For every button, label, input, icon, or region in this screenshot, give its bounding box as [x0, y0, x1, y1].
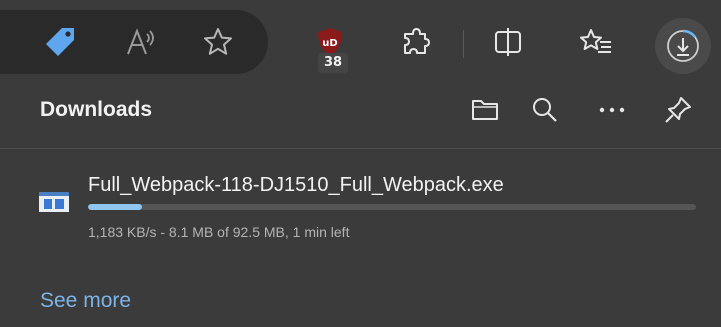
download-progress-fill [88, 204, 142, 210]
see-more-link[interactable]: See more [40, 289, 131, 313]
read-aloud-icon[interactable] [120, 20, 164, 64]
svg-text:uD: uD [322, 38, 337, 49]
extensions-icon[interactable] [394, 20, 438, 64]
downloads-icon[interactable] [661, 24, 705, 68]
downloads-panel-header: Downloads [0, 88, 721, 148]
more-options-icon[interactable] [594, 92, 630, 128]
open-folder-icon[interactable] [467, 92, 503, 128]
favorite-star-icon[interactable] [196, 20, 240, 64]
pin-icon[interactable] [660, 92, 696, 128]
download-status: 1,183 KB/s - 8.1 MB of 92.5 MB, 1 min le… [88, 224, 350, 240]
download-item[interactable]: Full_Webpack-118-DJ1510_Full_Webpack.exe… [0, 162, 721, 258]
split-screen-icon[interactable] [486, 20, 530, 64]
extension-badge-count: 38 [318, 53, 348, 73]
toolbar-separator [463, 30, 464, 58]
exe-file-icon [38, 190, 70, 219]
favorites-icon[interactable] [574, 20, 618, 64]
panel-title: Downloads [40, 98, 153, 121]
tag-icon[interactable] [38, 20, 82, 64]
panel-divider [0, 148, 721, 149]
download-file-name[interactable]: Full_Webpack-118-DJ1510_Full_Webpack.exe [88, 174, 504, 197]
download-progress-bar [88, 204, 696, 210]
browser-toolbar: uD 38 [0, 0, 721, 88]
downloads-panel: Downloads Full_Webpack-118-DJ1510_Full_W… [0, 88, 721, 327]
search-icon[interactable] [527, 92, 563, 128]
